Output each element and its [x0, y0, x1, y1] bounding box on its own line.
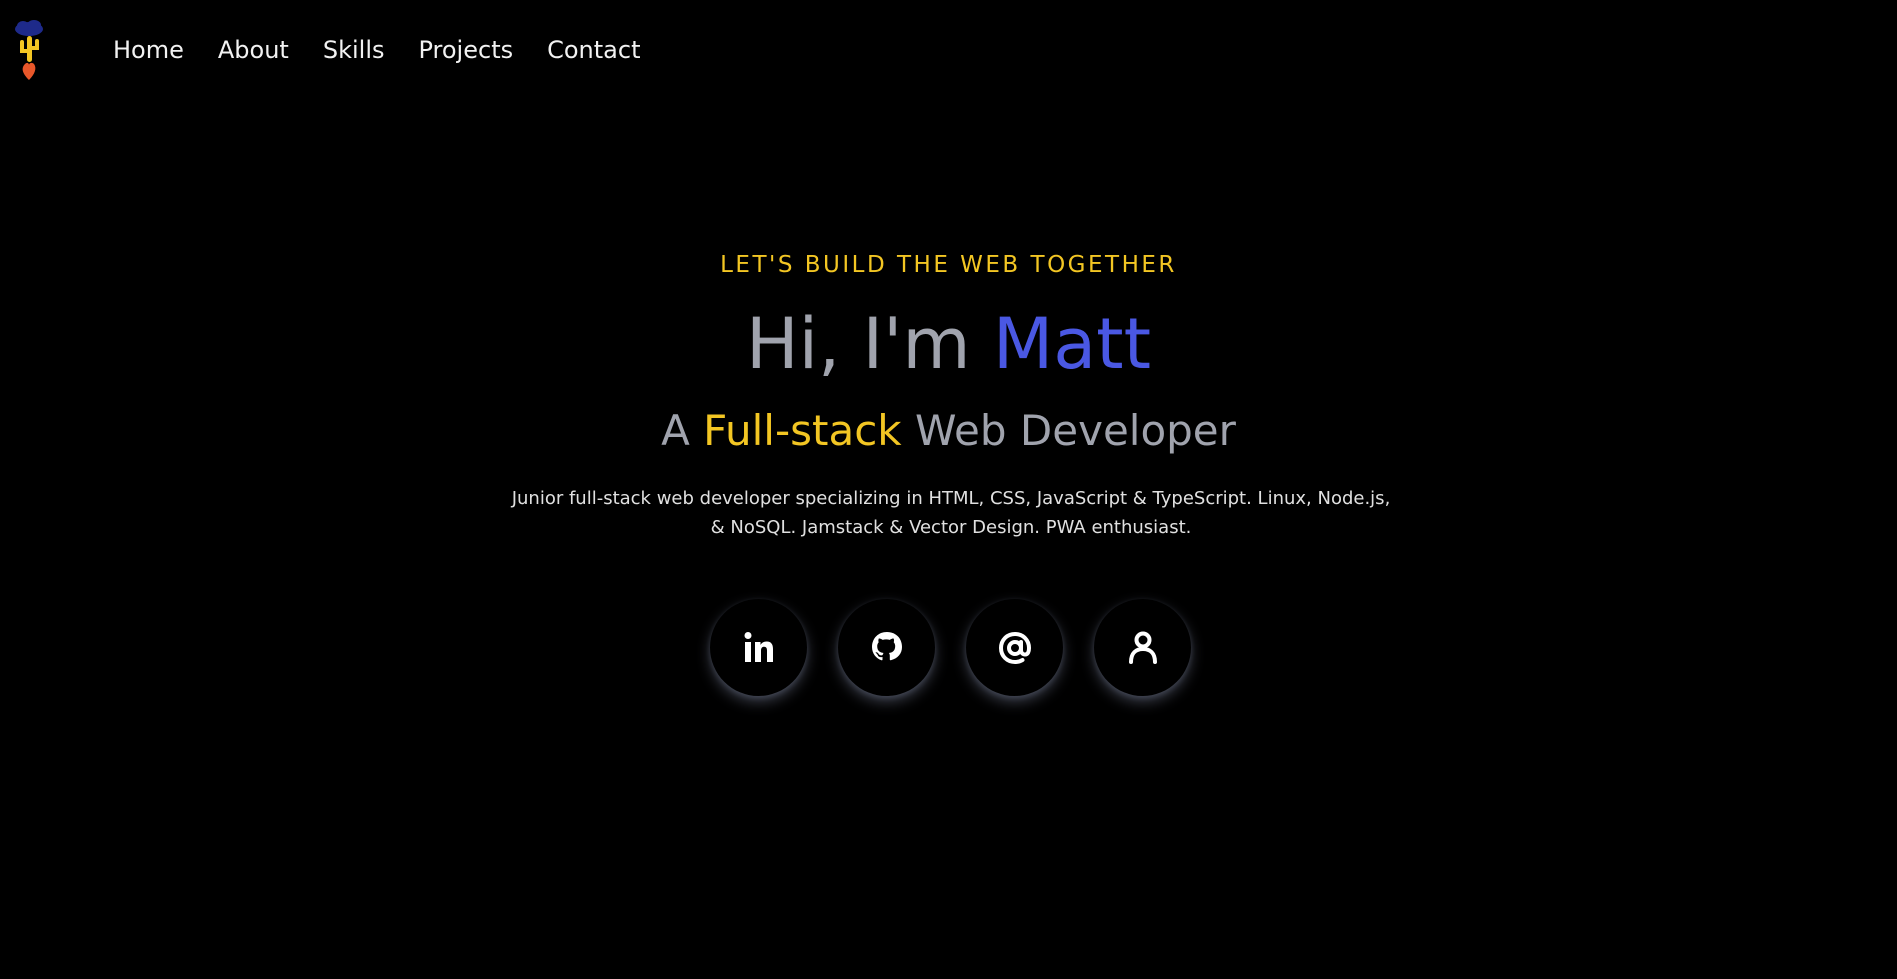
- hero-tagline: LET'S BUILD THE WEB TOGETHER: [720, 252, 1177, 278]
- nav-links: Home About Skills Projects Contact: [113, 34, 674, 66]
- greeting-prefix: Hi, I'm: [745, 303, 993, 385]
- github-button[interactable]: [838, 599, 935, 696]
- linkedin-icon: [744, 631, 773, 662]
- role-suffix: Web Developer: [901, 406, 1236, 455]
- hero-role: A Full-stack Web Developer: [0, 405, 1897, 457]
- nav-home-link[interactable]: Home: [113, 34, 184, 66]
- hero-greeting: Hi, I'm Matt: [0, 302, 1897, 386]
- hero-description: Junior full-stack web developer speciali…: [511, 488, 1391, 538]
- nav-projects-link[interactable]: Projects: [418, 34, 513, 66]
- top-navigation: Home About Skills Projects Contact: [0, 0, 1897, 100]
- nav-contact-link[interactable]: Contact: [547, 34, 640, 66]
- greeting-name: Matt: [992, 303, 1152, 385]
- role-prefix: A: [661, 406, 704, 455]
- email-button[interactable]: [966, 599, 1063, 696]
- linkedin-button[interactable]: [710, 599, 807, 696]
- cactus-logo-icon[interactable]: [12, 18, 46, 82]
- profile-icon: [1128, 631, 1157, 664]
- nav-about-link[interactable]: About: [218, 34, 289, 66]
- email-at-icon: [998, 631, 1031, 664]
- profile-button[interactable]: [1094, 599, 1191, 696]
- social-links: [710, 599, 1191, 696]
- github-icon: [871, 631, 902, 660]
- role-accent: Full-stack: [703, 406, 902, 455]
- nav-skills-link[interactable]: Skills: [323, 34, 385, 66]
